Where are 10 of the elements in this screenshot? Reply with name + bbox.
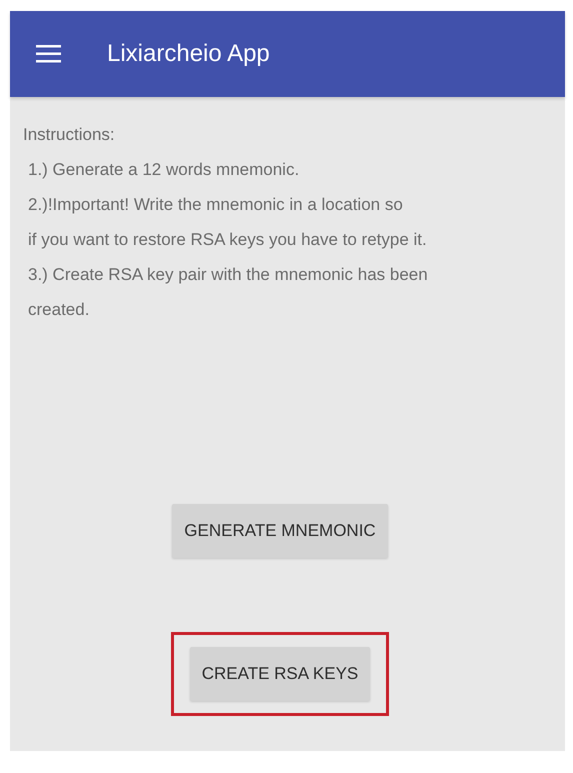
instruction-line: 3.) Create RSA key pair with the mnemonic has been — [27, 264, 429, 286]
action-button[interactable]: CREATE RSA KEYS — [190, 647, 370, 701]
instruction-line: 2.)!Important! Write the mnemonic in a location so — [27, 194, 404, 216]
app-title: Lixiarcheio App — [107, 40, 270, 68]
instructions-heading: Instructions: — [23, 124, 116, 146]
action-button[interactable]: GENERATE MNEMONIC — [172, 504, 388, 558]
instruction-line: if you want to restore RSA keys you have to retype it. — [27, 229, 428, 251]
instruction-line: 1.) Generate a 12 words mnemonic. — [27, 159, 300, 181]
menu-icon[interactable] — [36, 45, 61, 63]
instruction-line: created. — [27, 299, 90, 321]
